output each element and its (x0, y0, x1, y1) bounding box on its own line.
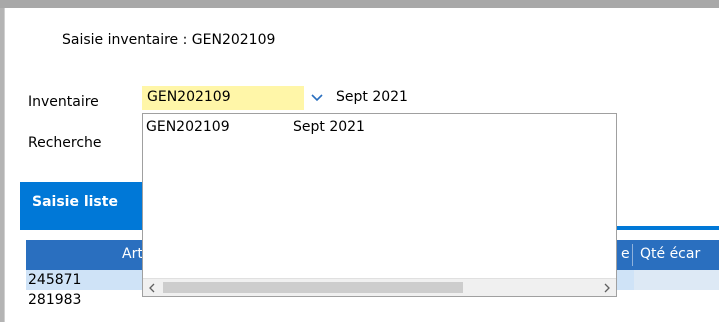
cell-article: 245871 (28, 272, 82, 288)
horizontal-scrollbar[interactable] (143, 278, 616, 296)
column-separator (632, 244, 633, 266)
inventaire-label: Inventaire (28, 94, 99, 110)
chevron-left-icon[interactable] (143, 279, 161, 296)
dropdown-item-code: GEN202109 (146, 119, 230, 135)
recherche-label: Recherche (28, 135, 102, 151)
dropdown-item-name: Sept 2021 (293, 119, 365, 135)
inventaire-combo-value[interactable]: GEN202109 (142, 86, 304, 110)
cell-qte-ecart (634, 270, 719, 290)
inventaire-description: Sept 2021 (336, 89, 408, 105)
chevron-down-icon[interactable] (304, 86, 330, 110)
inventaire-combobox[interactable]: GEN202109 (142, 86, 330, 110)
chevron-right-icon[interactable] (598, 279, 616, 296)
column-header-partial[interactable]: e (621, 246, 630, 262)
scrollbar-thumb[interactable] (163, 282, 463, 293)
dropdown-item[interactable]: GEN202109 Sept 2021 (143, 114, 616, 138)
tab-saisie-liste[interactable]: Saisie liste (20, 182, 145, 226)
window-frame-top (0, 0, 719, 8)
window-title: Saisie inventaire : GEN202109 (62, 32, 276, 48)
inventaire-dropdown-list[interactable]: GEN202109 Sept 2021 (142, 113, 617, 297)
column-header-qte-ecart[interactable]: Qté écar (640, 246, 700, 262)
cell-article: 281983 (28, 292, 82, 308)
